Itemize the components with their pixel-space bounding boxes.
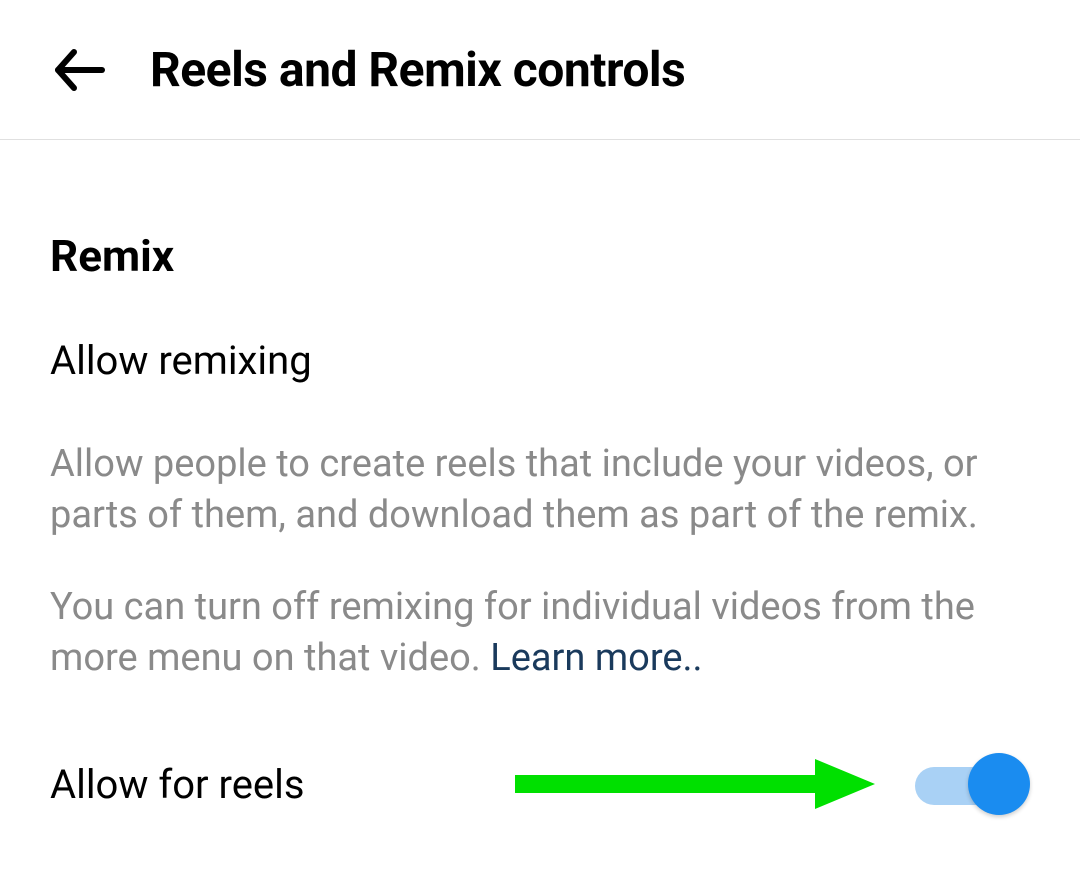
allow-for-reels-row: Allow for reels — [50, 759, 1030, 809]
setting-title: Allow remixing — [50, 337, 1030, 384]
setting-description-one: Allow people to create reels that includ… — [50, 439, 1030, 542]
toggle-thumb — [968, 753, 1030, 815]
section-title: Remix — [50, 230, 1030, 282]
learn-more-link[interactable]: Learn more.. — [490, 636, 702, 680]
header-bar: Reels and Remix controls — [0, 0, 1080, 140]
content-area: Remix Allow remixing Allow people to cre… — [0, 140, 1080, 809]
annotation-arrow-icon — [515, 754, 875, 814]
page-title: Reels and Remix controls — [150, 41, 685, 98]
setting-description-two: You can turn off remixing for individual… — [50, 582, 1030, 685]
toggle-label: Allow for reels — [50, 761, 305, 808]
back-arrow-icon[interactable] — [50, 40, 110, 100]
allow-for-reels-toggle[interactable] — [915, 759, 1030, 809]
